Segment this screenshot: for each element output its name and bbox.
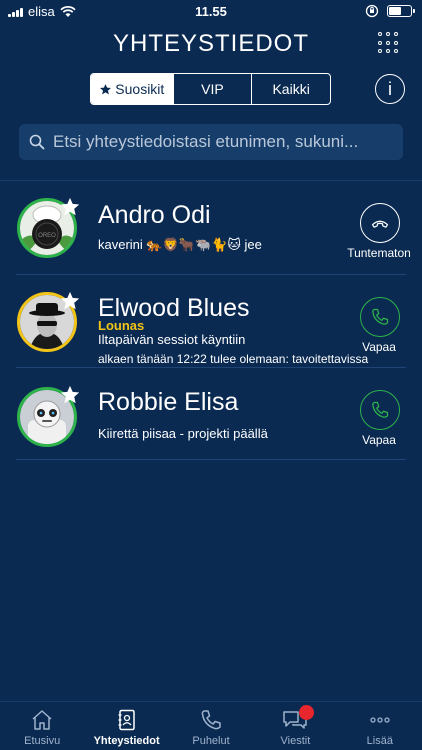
tab-more-label: Lisää [366,735,393,747]
tab-calls-label: Puhelut [192,735,230,747]
unread-badge [299,705,315,720]
search-input[interactable] [53,132,403,152]
status-time: 11.55 [195,4,227,19]
contact-row-robbie-elisa[interactable]: Robbie Elisa Kiirettä piisaa - projekti … [0,367,422,460]
favorite-star-icon [60,385,80,404]
contacts-book-icon [118,709,135,731]
call-state-label: Vapaa [362,433,396,447]
dialpad-grid-icon[interactable] [378,32,400,54]
contact-status: Iltapäivän sessiot käyntiin [98,332,246,347]
status-bar: elisa 11.55 [0,0,422,22]
call-button[interactable] [360,203,400,243]
segment-vip-label: VIP [201,81,224,97]
orientation-lock-icon [365,4,379,18]
tab-contacts[interactable]: Yhteystiedot [84,702,168,750]
segment-favorites-label: Suosikit [115,81,165,97]
row-separator [16,459,406,460]
segment-favorites[interactable]: Suosikit [91,74,173,104]
call-state-label: Vapaa [362,340,396,354]
contact-row-elwood-blues[interactable]: Elwood Blues Lounas Iltapäivän sessiot k… [0,274,422,367]
availability-detail: alkaen tänään 12:22 tulee olemaan: tavoi… [98,352,369,366]
status-right [365,4,415,18]
call-state-label: Tuntematon [347,246,411,260]
tab-home[interactable]: Etusivu [0,702,84,750]
search-icon [29,134,45,150]
presence-status: Lounas [98,318,145,333]
info-button[interactable]: i [375,74,405,104]
segment-vip[interactable]: VIP [172,74,252,104]
contact-name: Andro Odi [98,201,211,229]
phone-icon [372,308,389,325]
tab-home-label: Etusivu [24,735,61,747]
bottom-tab-bar: Etusivu Yhteystiedot Puhelut Viestit Lis… [0,701,422,750]
contact-status: kaverini 🐅🦁🐂🐃🐈🐱 jee [98,237,262,252]
tab-contacts-label: Yhteystiedot [93,735,160,747]
star-icon [100,83,112,94]
home-icon [32,710,52,730]
more-dots-icon [370,717,390,723]
hangup-phone-icon [371,220,389,228]
page-title: YHTEYSTIEDOT [112,30,310,57]
segment-all[interactable]: Kaikki [251,74,330,104]
search-bar [19,124,403,160]
row-separator [16,367,406,368]
contact-filter-segmented-control: Suosikit VIP Kaikki [90,73,331,105]
phone-icon [201,710,221,730]
call-button[interactable] [360,297,400,337]
svg-text:OREO: OREO [38,233,56,239]
tab-more[interactable]: Lisää [338,702,422,750]
tab-messages[interactable]: Viestit [253,702,337,750]
segment-all-label: Kaikki [272,81,310,97]
contact-status: Kiirettä piisaa - projekti päällä [98,426,268,441]
row-separator [16,274,406,275]
call-button[interactable] [360,390,400,430]
tab-messages-label: Viestit [280,735,311,747]
contact-row-andro-odi[interactable]: OREO Andro Odi kaverini 🐅🦁🐂🐃🐈🐱 jee Tunte… [0,181,422,274]
tab-calls[interactable]: Puhelut [169,702,253,750]
phone-icon [372,401,389,418]
favorite-star-icon [60,197,80,216]
battery-icon [387,5,415,17]
favorite-star-icon [60,291,80,310]
contact-name: Robbie Elisa [98,388,239,416]
